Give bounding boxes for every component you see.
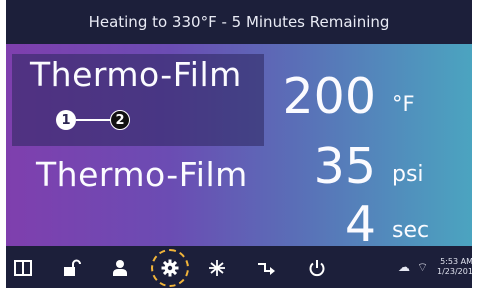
pressure-value[interactable]: 35	[314, 142, 376, 191]
system-status-icons: ☁ ⌔	[398, 260, 428, 275]
clock-time: 5:53 AM	[440, 257, 472, 266]
power-icon[interactable]	[306, 257, 328, 279]
status-message: Heating to 330°F - 5 Minutes Remaining	[88, 13, 390, 31]
clock-date: 1/23/2018	[437, 267, 472, 276]
touch-screen: Heating to 330°F - 5 Minutes Remaining T…	[6, 0, 472, 288]
temperature-value[interactable]: 200	[282, 72, 376, 121]
device-frame: Heating to 330°F - 5 Minutes Remaining T…	[0, 0, 481, 293]
time-value[interactable]: 4	[345, 200, 376, 249]
temperature-unit: °F	[392, 92, 415, 116]
step-connector	[76, 119, 112, 121]
status-bar: Heating to 330°F - 5 Minutes Remaining	[6, 0, 472, 44]
step-2-badge: 2	[110, 110, 130, 130]
gear-icon[interactable]	[159, 257, 181, 279]
user-icon[interactable]	[109, 257, 131, 279]
next-profile-name[interactable]: Thermo-Film	[36, 155, 248, 194]
step-1-badge: 1	[56, 110, 76, 130]
step-indicator: 1 2	[56, 110, 176, 132]
current-profile-name[interactable]: Thermo-Film	[30, 55, 242, 94]
panel-icon[interactable]	[12, 257, 34, 279]
pressure-unit: psi	[392, 162, 424, 187]
network-icon: ☁	[398, 260, 410, 274]
wifi-icon: ⌔	[416, 260, 429, 274]
toolbar: ☁ ⌔ 5:53 AM 1/23/2018	[6, 246, 472, 288]
system-clock: 5:53 AM 1/23/2018	[437, 257, 472, 277]
time-unit: sec	[392, 218, 430, 243]
main-panel: Thermo-Film 1 2 Thermo-Film 200 °F 35 ps…	[6, 44, 472, 249]
unlock-icon[interactable]	[61, 257, 83, 279]
cooling-icon[interactable]	[206, 257, 228, 279]
transfer-icon[interactable]	[256, 257, 278, 279]
